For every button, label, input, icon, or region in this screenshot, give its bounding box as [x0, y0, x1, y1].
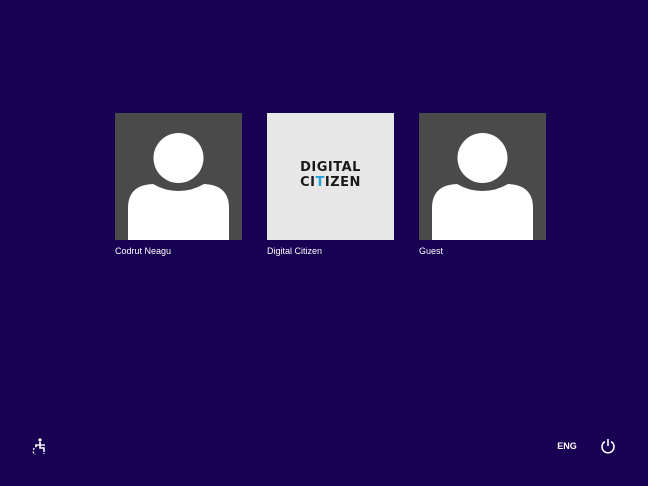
default-user-avatar-icon: [432, 133, 533, 240]
user-name: Codrut Neagu: [115, 246, 172, 256]
logo-text-part: IZEN: [324, 175, 361, 190]
user-tile-digital-citizen[interactable]: DIGITAL CITIZEN Digital Citizen: [267, 113, 394, 257]
ease-of-access-icon: [32, 438, 45, 458]
user-avatar[interactable]: [419, 113, 546, 240]
user-avatar[interactable]: [115, 113, 242, 240]
user-name: Digital Citizen: [267, 246, 323, 256]
power-icon: [601, 439, 615, 454]
user-tile-guest[interactable]: Guest: [419, 113, 546, 257]
logo-text-line1: DIGITAL: [300, 160, 361, 175]
logo-text-part: CI: [300, 175, 316, 190]
logo-text-line2: CITIZEN: [267, 176, 394, 190]
ease-of-access-button[interactable]: [31, 437, 49, 458]
user-tile-codrut-neagu[interactable]: Codrut Neagu: [115, 113, 242, 257]
default-user-avatar-icon: [128, 133, 229, 240]
user-name: Guest: [419, 246, 444, 256]
power-button[interactable]: [600, 438, 616, 454]
logo-accent-letter: T: [315, 175, 325, 190]
input-language-button[interactable]: ENG: [552, 441, 582, 452]
user-avatar[interactable]: DIGITAL CITIZEN: [267, 113, 394, 240]
